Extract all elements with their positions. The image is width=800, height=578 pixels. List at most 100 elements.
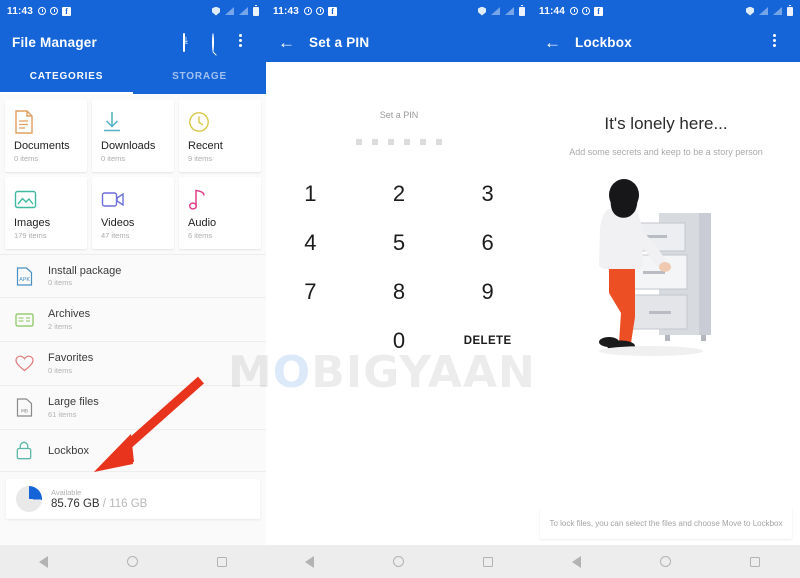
category-list: APK Install package 0 items Archives 2 i…	[0, 254, 266, 472]
panel-set-a-pin: 11:43 f ← Set a PIN Set a PIN 1 2 3 4 5 …	[266, 0, 532, 578]
key-7[interactable]: 7	[266, 267, 355, 316]
back-icon[interactable]	[571, 555, 581, 568]
card-subtitle: 0 items	[14, 154, 39, 163]
screenshot-triptych: 11:43 f File Manager ⤓ CATEGORIES STORAG…	[0, 0, 800, 578]
storage-value: 85.76 GB / 116 GB	[51, 498, 147, 510]
pin-entry-screen: Set a PIN 1 2 3 4 5 6 7 8 9 0 DELETE	[266, 62, 532, 545]
list-item-title: Lockbox	[48, 444, 89, 457]
tab-storage[interactable]: STORAGE	[133, 62, 266, 94]
music-note-icon	[188, 186, 253, 212]
list-item-large-files[interactable]: MB Large files 61 items	[0, 386, 266, 430]
card-title: Documents	[14, 140, 70, 152]
archive-icon	[13, 309, 35, 331]
category-card-documents[interactable]: Documents 0 items	[5, 100, 87, 172]
key-9[interactable]: 9	[443, 267, 532, 316]
add-file-icon[interactable]	[183, 33, 198, 52]
home-icon[interactable]	[659, 556, 671, 567]
shield-icon	[478, 6, 486, 16]
lockbox-hint-banner: To lock files, you can select the files …	[540, 507, 792, 539]
storage-label: Available	[51, 488, 82, 497]
lockbox-hint-text: To lock files, you can select the files …	[549, 518, 783, 528]
app-bar: ← Lockbox	[532, 22, 800, 62]
alarm-icon	[316, 7, 325, 15]
card-subtitle: 9 items	[188, 154, 213, 163]
category-card-downloads[interactable]: Downloads 0 items	[92, 100, 174, 172]
back-arrow-icon[interactable]: ←	[278, 34, 295, 51]
overflow-menu-icon[interactable]	[239, 34, 254, 50]
list-item-title: Large files	[48, 396, 99, 409]
tab-categories[interactable]: CATEGORIES	[0, 62, 133, 94]
list-item-archives[interactable]: Archives 2 items	[0, 298, 266, 342]
key-3[interactable]: 3	[443, 169, 532, 218]
key-2[interactable]: 2	[355, 169, 444, 218]
key-1[interactable]: 1	[266, 169, 355, 218]
card-title: Downloads	[101, 140, 156, 152]
search-icon[interactable]	[211, 33, 226, 52]
category-card-videos[interactable]: Videos 47 items	[92, 177, 174, 249]
system-nav-bar	[0, 545, 266, 578]
alarm-icon	[50, 7, 59, 15]
card-title: Audio	[188, 217, 217, 229]
back-icon[interactable]	[305, 555, 315, 568]
key-8[interactable]: 8	[355, 267, 444, 316]
page-title: Set a PIN	[309, 34, 370, 50]
list-item-subtitle: 0 items	[48, 365, 73, 375]
large-file-icon: MB	[13, 397, 35, 419]
shield-icon	[746, 6, 754, 16]
list-item-lockbox[interactable]: Lockbox	[0, 430, 266, 472]
key-4[interactable]: 4	[266, 218, 355, 267]
list-item-title: Favorites	[48, 352, 94, 365]
home-icon[interactable]	[126, 556, 138, 567]
key-5[interactable]: 5	[355, 218, 444, 267]
signal-off-icon	[505, 7, 514, 15]
shield-icon	[212, 6, 220, 16]
status-time: 11:44	[539, 5, 566, 17]
svg-text:APK: APK	[19, 277, 30, 283]
alarm-icon	[38, 7, 47, 15]
overflow-menu-icon[interactable]	[773, 34, 788, 50]
recents-icon[interactable]	[216, 556, 227, 567]
category-card-recent[interactable]: Recent 9 items	[179, 100, 261, 172]
battery-icon	[519, 4, 525, 16]
pin-instruction-label: Set a PIN	[379, 110, 419, 120]
app-bar: File Manager	[0, 22, 266, 62]
home-icon[interactable]	[392, 556, 404, 567]
page-title: Lockbox	[575, 34, 632, 50]
category-card-audio[interactable]: Audio 6 items	[179, 177, 261, 249]
tab-indicator	[0, 91, 133, 94]
facebook-icon: f	[328, 6, 338, 16]
card-subtitle: 0 items	[101, 154, 126, 163]
battery-icon	[787, 4, 793, 16]
empty-state-title: It's lonely here...	[604, 114, 728, 133]
list-item-install-package[interactable]: APK Install package 0 items	[0, 254, 266, 298]
signal-off-icon	[491, 7, 500, 15]
tab-bar: CATEGORIES STORAGE	[0, 62, 266, 94]
empty-state: It's lonely here... Add some secrets and…	[532, 62, 800, 545]
back-icon[interactable]	[39, 555, 49, 568]
recents-icon[interactable]	[482, 556, 493, 567]
back-arrow-icon[interactable]: ←	[544, 34, 561, 51]
empty-state-subtitle: Add some secrets and keep to be a story …	[569, 147, 763, 157]
app-bar: ← Set a PIN	[266, 22, 532, 62]
list-item-subtitle: 2 items	[48, 321, 73, 331]
pin-dot-indicator	[356, 139, 442, 145]
panel-lockbox-empty: 11:44 f ← Lockbox It's lonely here... Ad…	[532, 0, 800, 578]
category-grid: Documents 0 items Downloads 0 items Rece…	[0, 94, 266, 254]
list-item-favorites[interactable]: Favorites 0 items	[0, 342, 266, 386]
category-card-images[interactable]: Images 179 items	[5, 177, 87, 249]
storage-summary-card[interactable]: Available 85.76 GB / 116 GB	[6, 479, 260, 519]
battery-icon	[253, 4, 259, 16]
facebook-icon: f	[62, 6, 72, 16]
key-6[interactable]: 6	[443, 218, 532, 267]
clock-icon	[188, 109, 253, 135]
list-item-title: Archives	[48, 308, 91, 321]
document-icon	[14, 109, 79, 135]
svg-text:MB: MB	[20, 409, 27, 415]
list-item-subtitle: 0 items	[48, 278, 73, 288]
key-0[interactable]: 0	[355, 316, 444, 365]
recents-icon[interactable]	[750, 556, 761, 567]
status-time: 11:43	[7, 5, 34, 17]
list-item-title: Install package	[48, 264, 122, 277]
storage-separator: /	[102, 498, 106, 510]
key-delete[interactable]: DELETE	[443, 316, 532, 365]
